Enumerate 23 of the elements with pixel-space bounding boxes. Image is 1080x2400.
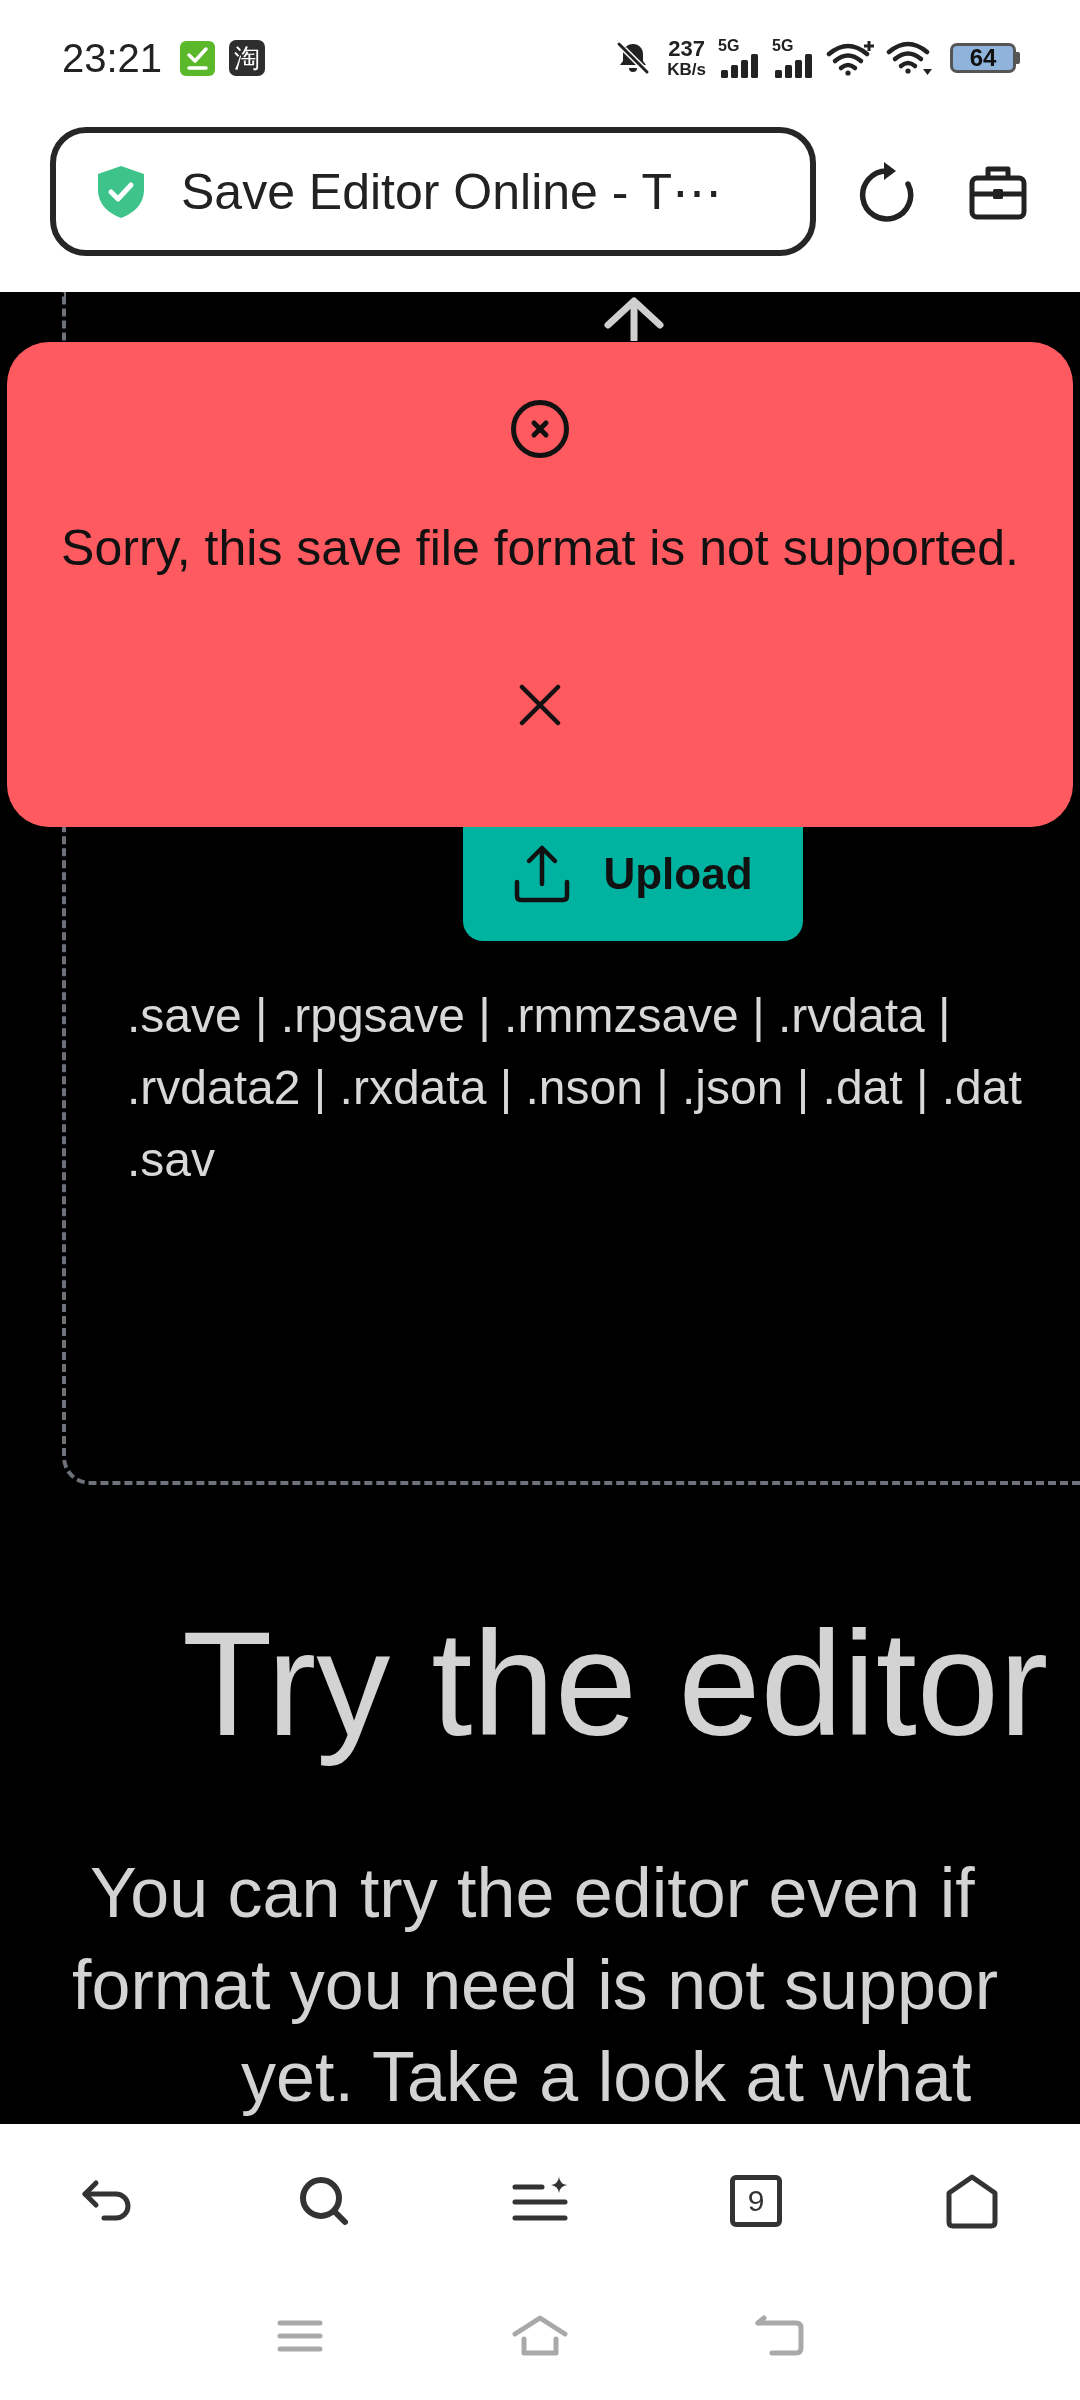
clock: 23:21 [62, 38, 163, 78]
section-description: You can try the editor even if format you need is not suppor yet. Take a look at what [71, 1853, 1000, 2118]
tab-count-button[interactable]: 9 [730, 2175, 782, 2227]
supported-formats: .save | .rpgsave | .rmmzsave | .rvdata | .rvdata2 | .rxdata | .nson | .json | .dat | .dat .sav [127, 988, 1022, 1188]
wifi-icon [886, 40, 934, 76]
speed-value: 237 [668, 38, 705, 60]
close-icon[interactable] [519, 684, 561, 726]
checkmark-icon [180, 40, 216, 76]
cellular-signal: 5G [772, 38, 814, 78]
speed-unit: KB/s [667, 61, 706, 78]
section-heading: Try the editor [181, 1600, 1050, 1768]
cellular-signal: 5G [718, 38, 760, 78]
home-icon[interactable] [945, 2173, 999, 2229]
app-badge: 淘 [229, 40, 266, 76]
error-message: Sorry, this save file format is not supported. [61, 519, 1019, 578]
address-bar[interactable]: Save Editor Online - T⋯ [50, 127, 816, 256]
upload-button[interactable]: Upload [463, 826, 803, 941]
wifi-plus-icon [826, 40, 874, 76]
battery-indicator: 64 [950, 43, 1020, 73]
upload-icon [513, 843, 572, 904]
search-icon[interactable] [298, 2175, 350, 2227]
error-icon [510, 399, 570, 459]
page-title: Save Editor Online - T⋯ [181, 162, 722, 222]
